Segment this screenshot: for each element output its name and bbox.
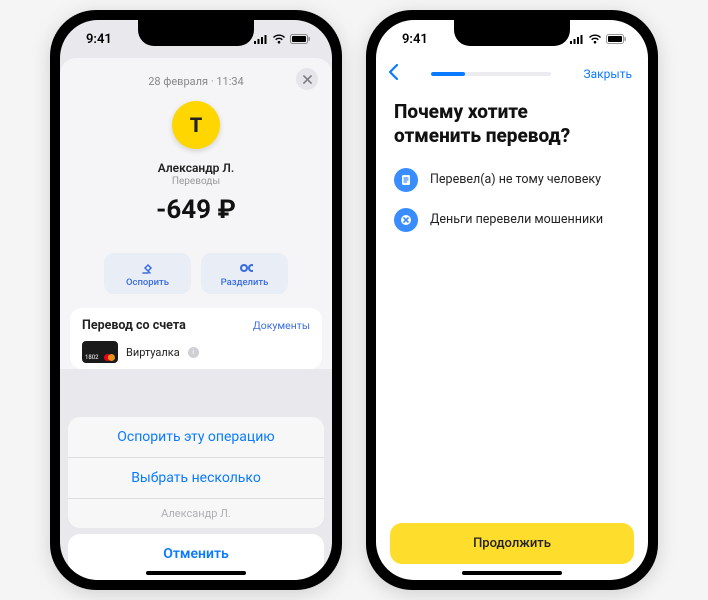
status-time: 9:41 xyxy=(86,32,112,47)
action-select-multiple[interactable]: Выбрать несколько xyxy=(68,458,324,499)
progress-bar xyxy=(431,72,551,76)
status-bar: 9:41 xyxy=(60,20,332,58)
reason-list: Перевел(а) не тому человеку Деньги перев… xyxy=(376,160,648,240)
status-indicators xyxy=(569,34,626,44)
reason-fraud[interactable]: Деньги перевели мошенники xyxy=(394,200,630,240)
reason-wrong-person[interactable]: Перевел(а) не тому человеку xyxy=(394,160,630,200)
phone-right: 9:41 Закрыть Почему хотите отменить пере… xyxy=(366,10,658,590)
status-bar: 9:41 xyxy=(376,20,648,58)
reason-label: Деньги перевели мошенники xyxy=(430,212,603,227)
status-indicators xyxy=(253,34,310,44)
signal-icon xyxy=(569,34,584,44)
wifi-icon xyxy=(272,34,286,44)
screen-right: 9:41 Закрыть Почему хотите отменить пере… xyxy=(376,20,648,580)
status-time: 9:41 xyxy=(402,32,428,47)
document-icon xyxy=(394,168,418,192)
screen-left: 9:41 28 февраля · 11:34 Т Александр Л. П… xyxy=(60,20,332,580)
cancel-circle-icon xyxy=(394,208,418,232)
action-ghost-row: Александр Л. xyxy=(68,499,324,528)
reason-label: Перевел(а) не тому человеку xyxy=(430,172,601,187)
action-sheet-overlay: Оспорить эту операцию Выбрать несколько … xyxy=(60,20,332,580)
home-indicator[interactable] xyxy=(462,571,562,575)
top-bar: Закрыть xyxy=(376,58,648,90)
back-button[interactable] xyxy=(388,62,399,86)
action-dispute-operation[interactable]: Оспорить эту операцию xyxy=(68,417,324,458)
battery-icon xyxy=(290,34,310,44)
signal-icon xyxy=(253,34,268,44)
continue-button[interactable]: Продолжить xyxy=(390,523,634,564)
chevron-left-icon xyxy=(388,63,399,81)
page-title: Почему хотите отменить перевод? xyxy=(376,90,648,160)
home-indicator[interactable] xyxy=(146,571,246,575)
wifi-icon xyxy=(588,34,602,44)
phone-left: 9:41 28 февраля · 11:34 Т Александр Л. П… xyxy=(50,10,342,590)
battery-icon xyxy=(606,34,626,44)
action-cancel-button[interactable]: Отменить xyxy=(68,534,324,574)
action-sheet: Оспорить эту операцию Выбрать несколько … xyxy=(68,417,324,528)
close-link[interactable]: Закрыть xyxy=(584,67,632,81)
